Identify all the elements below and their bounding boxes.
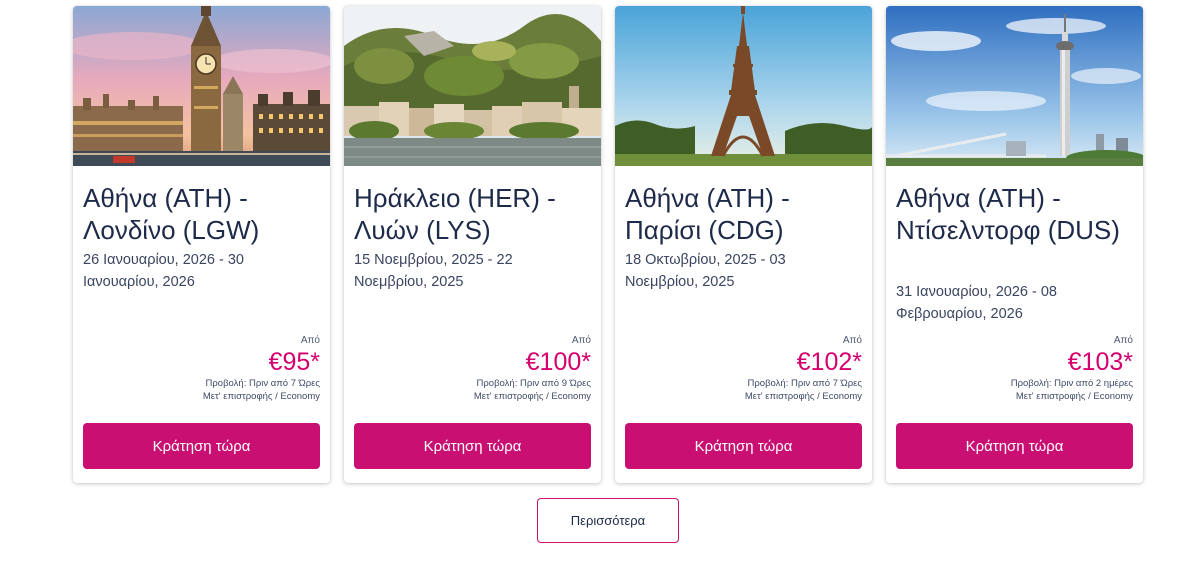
travel-dates: 15 Νοεμβρίου, 2025 - 22 Νοεμβρίου, 2025	[354, 252, 513, 290]
route-title: Ηράκλειο (HER) - Λυών (LYS)	[354, 183, 556, 245]
seen-time: Προβολή: Πριν από 9 Ώρες	[476, 378, 591, 389]
price: €95*	[268, 348, 320, 376]
book-now-button[interactable]: Κράτηση τώρα	[83, 423, 320, 469]
deal-card-london[interactable]: Αθήνα (ATH) - Λονδίνο (LGW) 26 Ιανουαρίο…	[73, 6, 330, 483]
london-big-ben-photo	[73, 6, 330, 166]
deal-card-paris[interactable]: Αθήνα (ATH) - Παρίσι (CDG) 18 Οκτωβρίου,…	[615, 6, 872, 483]
book-now-button[interactable]: Κράτηση τώρα	[354, 423, 591, 469]
from-label: Από	[300, 335, 320, 346]
trip-type: Μετ' επιστροφής / Economy	[202, 391, 320, 402]
price: €102*	[796, 348, 862, 376]
from-label: Από	[842, 335, 862, 346]
trip-type: Μετ' επιστροφής / Economy	[1015, 391, 1133, 402]
book-now-button[interactable]: Κράτηση τώρα	[625, 423, 862, 469]
price-block: Από €95* Προβολή: Πριν από 7 Ώρες Μετ' ε…	[83, 334, 320, 403]
travel-dates: 18 Οκτωβρίου, 2025 - 03 Νοεμβρίου, 2025	[625, 252, 786, 290]
more-button[interactable]: Περισσότερα	[537, 498, 679, 543]
dusseldorf-rhine-tower-photo	[886, 6, 1143, 166]
price: €103*	[1067, 348, 1133, 376]
seen-time: Προβολή: Πριν από 7 Ώρες	[747, 378, 862, 389]
book-now-button[interactable]: Κράτηση τώρα	[896, 423, 1133, 469]
price-block: Από €102* Προβολή: Πριν από 7 Ώρες Μετ' …	[625, 334, 862, 403]
travel-dates: 31 Ιανουαρίου, 2026 - 08 Φεβρουαρίου, 20…	[896, 284, 1057, 322]
price: €100*	[525, 348, 591, 376]
trip-type: Μετ' επιστροφής / Economy	[473, 391, 591, 402]
deal-card-dusseldorf[interactable]: Αθήνα (ATH) - Ντίσελντορφ (DUS) 31 Ιανου…	[886, 6, 1143, 483]
route-title: Αθήνα (ATH) - Παρίσι (CDG)	[625, 183, 790, 245]
price-block: Από €100* Προβολή: Πριν από 9 Ώρες Μετ' …	[354, 334, 591, 403]
deals-grid: Αθήνα (ATH) - Λονδίνο (LGW) 26 Ιανουαρίο…	[73, 6, 1143, 483]
route-title: Αθήνα (ATH) - Λονδίνο (LGW)	[83, 183, 260, 245]
seen-time: Προβολή: Πριν από 7 Ώρες	[205, 378, 320, 389]
route-title: Αθήνα (ATH) - Ντίσελντορφ (DUS)	[896, 183, 1120, 245]
seen-time: Προβολή: Πριν από 2 ημέρες	[1010, 378, 1133, 389]
from-label: Από	[1113, 335, 1133, 346]
travel-dates: 26 Ιανουαρίου, 2026 - 30 Ιανουαρίου, 202…	[83, 252, 244, 290]
deal-card-lyon[interactable]: Ηράκλειο (HER) - Λυών (LYS) 15 Νοεμβρίου…	[344, 6, 601, 483]
from-label: Από	[571, 335, 591, 346]
trip-type: Μετ' επιστροφής / Economy	[744, 391, 862, 402]
lyon-riverside-photo	[344, 6, 601, 166]
paris-eiffel-tower-photo	[615, 6, 872, 166]
price-block: Από €103* Προβολή: Πριν από 2 ημέρες Μετ…	[896, 334, 1133, 403]
